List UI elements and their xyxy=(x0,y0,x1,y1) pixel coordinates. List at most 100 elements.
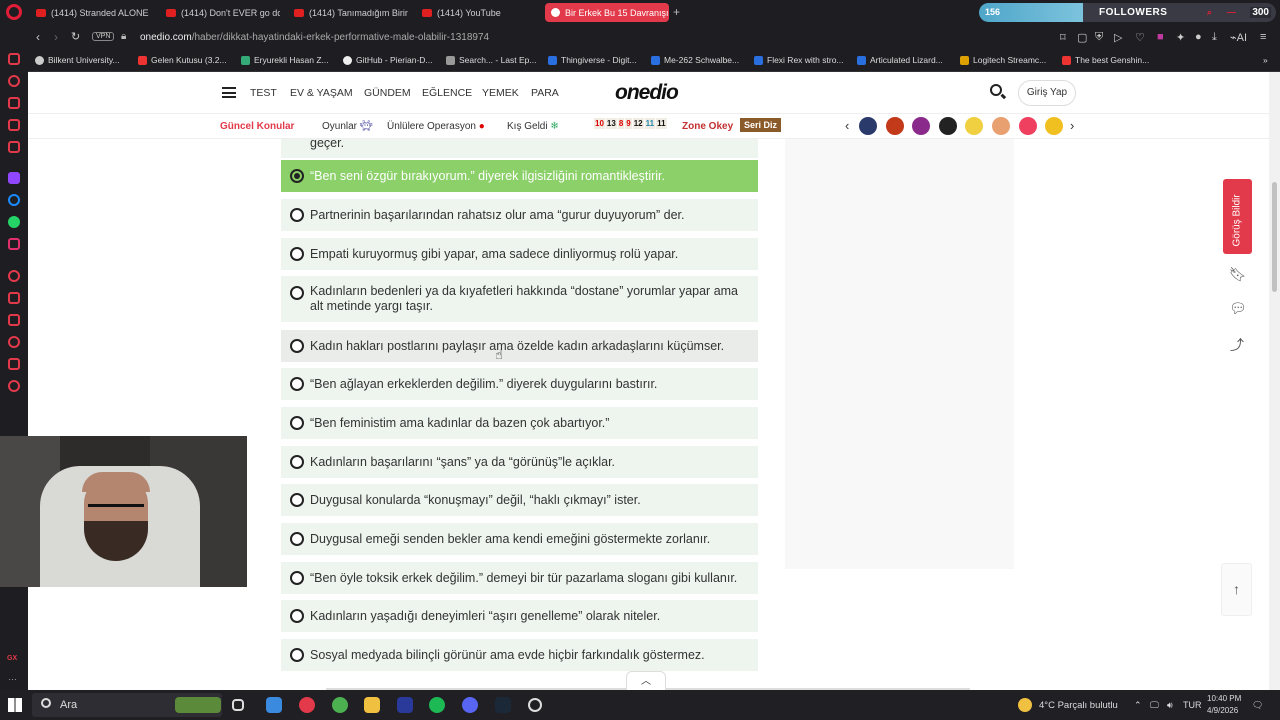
topic-story-3[interactable] xyxy=(912,117,930,135)
nav-ev-yasam[interactable]: EV & YAŞAM xyxy=(290,87,353,99)
bookmark-drive[interactable]: Eryurekli Hasan Z... xyxy=(241,55,329,65)
sidebar-gx-label[interactable]: GX xyxy=(7,655,17,662)
tab-youtube[interactable]: (1414) YouTube xyxy=(416,3,536,22)
quiz-option[interactable]: Duygusal konularda “konuşmayı” değil, “h… xyxy=(281,484,758,516)
menu-icon[interactable]: ≡ xyxy=(1260,31,1266,43)
tab-stranded[interactable]: (1414) Stranded ALONE on xyxy=(30,3,150,22)
forward-icon[interactable]: › xyxy=(54,30,58,44)
profile-icon[interactable]: ● xyxy=(1195,31,1202,43)
radio-icon[interactable] xyxy=(290,648,304,662)
puzzle-icon[interactable]: ✦ xyxy=(1176,31,1185,44)
chrome-icon[interactable] xyxy=(332,697,348,713)
search-icon[interactable]: ⌕ xyxy=(1207,7,1212,18)
lock-icon[interactable]: 🔒︎ xyxy=(121,31,126,42)
tab-tanimadigim[interactable]: (1414) Tanımadığım Birine xyxy=(288,3,408,22)
bookmark-search[interactable]: Search... - Last Ep... xyxy=(446,55,536,65)
task-view-icon[interactable] xyxy=(232,699,244,711)
bookmark-gmail[interactable]: Gelen Kutusu (3.2... xyxy=(138,55,227,65)
login-button[interactable]: Giriş Yap xyxy=(1018,80,1076,106)
obs-icon[interactable] xyxy=(528,698,542,712)
sidebar-tv-icon[interactable] xyxy=(8,141,20,153)
share-icon[interactable]: ⤴ xyxy=(1229,335,1245,353)
url-field[interactable]: onedio.com/haber/dikkat-hayatindaki-erke… xyxy=(140,32,489,43)
radio-icon[interactable] xyxy=(290,493,304,507)
network-icon[interactable]: 🖵︎ xyxy=(1150,700,1159,711)
sidebar-whatsapp-icon[interactable] xyxy=(8,216,20,228)
topics-next-icon[interactable]: › xyxy=(1070,118,1074,133)
discord-icon[interactable] xyxy=(462,697,478,713)
nav-para[interactable]: PARA xyxy=(531,87,559,99)
weather-text[interactable]: 4°C Parçalı bulutlu xyxy=(1039,700,1118,711)
quiz-option[interactable]: “Ben feministim ama kadınlar da bazen ço… xyxy=(281,407,758,439)
guncel-konular-label[interactable]: Güncel Konular xyxy=(220,121,294,132)
nav-eglence[interactable]: EĞLENCE xyxy=(422,87,472,99)
quiz-option[interactable]: Partnerinin başarılarından rahatsız olur… xyxy=(281,199,758,231)
topic-story-5[interactable] xyxy=(965,117,983,135)
radio-selected-icon[interactable] xyxy=(290,169,304,183)
play-icon[interactable]: ▷ xyxy=(1114,31,1122,44)
okey-tiles[interactable]: 10 13 8 9 12 11 11 xyxy=(594,118,667,129)
shield-icon[interactable]: ⛨ xyxy=(1095,31,1103,44)
sidebar-settings-icon[interactable] xyxy=(8,380,20,392)
quiz-option[interactable]: “Ben ağlayan erkeklerden değilim.” diyer… xyxy=(281,368,758,400)
expand-up-chevron-icon[interactable]: ︿ xyxy=(626,671,666,690)
feedback-button[interactable]: Görüş Bildir xyxy=(1223,179,1252,254)
tray-expand-icon[interactable]: ⌃ xyxy=(1134,700,1142,711)
sidebar-wallet-icon[interactable] xyxy=(8,314,20,326)
radio-icon[interactable] xyxy=(290,455,304,469)
download-icon[interactable]: ⤓ xyxy=(1212,31,1217,44)
windows-start-icon[interactable] xyxy=(8,698,22,712)
bookmark-flexi-rex[interactable]: Flexi Rex with stro... xyxy=(754,55,844,65)
volume-icon[interactable]: 🔊︎ xyxy=(1167,700,1173,711)
bookmark-icon[interactable]: ⌑ xyxy=(1060,31,1066,44)
quiz-option-partial[interactable]: geçer. xyxy=(281,139,758,158)
sidebar-clock-icon[interactable] xyxy=(8,336,20,348)
extension-icon[interactable]: ■ xyxy=(1157,31,1164,43)
radio-icon[interactable] xyxy=(290,247,304,261)
back-icon[interactable]: ‹ xyxy=(36,30,40,44)
sidebar-bag-icon[interactable] xyxy=(8,292,20,304)
quiz-option-hovered[interactable]: Kadın hakları postlarını paylaşır ama öz… xyxy=(281,330,758,362)
app-icon[interactable] xyxy=(397,697,413,713)
opera-logo-icon[interactable] xyxy=(6,4,22,20)
radio-icon[interactable] xyxy=(290,208,304,222)
sidebar-media-icon[interactable] xyxy=(8,119,20,131)
tab-dont-ever[interactable]: (1414) Don't EVER go dow xyxy=(160,3,280,22)
hamburger-menu-icon[interactable] xyxy=(222,87,236,98)
topic-story-6[interactable] xyxy=(992,117,1010,135)
sidebar-instagram-icon[interactable] xyxy=(8,238,20,250)
topic-oyunlar[interactable]: Oyunlar 👾︎ xyxy=(322,121,373,132)
bookmark-lizard[interactable]: Articulated Lizard... xyxy=(857,55,943,65)
quiz-option[interactable]: Empati kuruyormuş gibi yapar, ama sadece… xyxy=(281,238,758,270)
file-explorer-icon[interactable] xyxy=(364,697,380,713)
quiz-option[interactable]: “Ben öyle toksik erkek değilim.” demeyi … xyxy=(281,562,758,594)
bookmarks-more-icon[interactable]: » xyxy=(1263,55,1268,65)
quiz-option[interactable]: Kadınların başarılarını “şans” ya da “gö… xyxy=(281,446,758,478)
seri-diz-link[interactable]: Seri Diz xyxy=(740,118,782,132)
bookmark-bilkent[interactable]: Bilkent University... xyxy=(35,55,120,65)
snapshot-icon[interactable]: ▢ xyxy=(1077,31,1087,44)
radio-icon[interactable] xyxy=(290,416,304,430)
radio-icon[interactable] xyxy=(290,339,304,353)
bookmark-genshin[interactable]: The best Genshin... xyxy=(1062,55,1149,65)
vpn-badge[interactable]: VPN xyxy=(92,32,115,41)
radio-icon[interactable] xyxy=(290,286,304,300)
copilot-icon[interactable] xyxy=(266,697,282,713)
topic-story-4[interactable] xyxy=(939,117,957,135)
sidebar-cube-icon[interactable] xyxy=(8,358,20,370)
sidebar-messenger-icon[interactable] xyxy=(8,194,20,206)
aria-ai-button[interactable]: ⌁AI xyxy=(1230,31,1247,44)
topic-unlulere-operasyon[interactable]: Ünlülere Operasyon ● xyxy=(387,121,485,132)
new-tab-button[interactable]: + xyxy=(673,5,680,19)
minimize-icon[interactable]: — xyxy=(1227,7,1236,17)
topic-story-1[interactable] xyxy=(859,117,877,135)
bookmark-me262[interactable]: Me-262 Schwalbe... xyxy=(651,55,739,65)
spotify-icon[interactable] xyxy=(429,697,445,713)
notification-icon[interactable]: 🗨︎ xyxy=(1252,700,1263,711)
scroll-to-top-button[interactable]: ↑ xyxy=(1221,563,1252,616)
sidebar-more-icon[interactable]: … xyxy=(8,672,17,682)
save-bookmark-icon[interactable]: 🔖︎ xyxy=(1229,266,1247,282)
topics-prev-icon[interactable]: ‹ xyxy=(845,118,849,133)
sidebar-twitch-icon[interactable] xyxy=(8,172,20,184)
topic-story-2[interactable] xyxy=(886,117,904,135)
